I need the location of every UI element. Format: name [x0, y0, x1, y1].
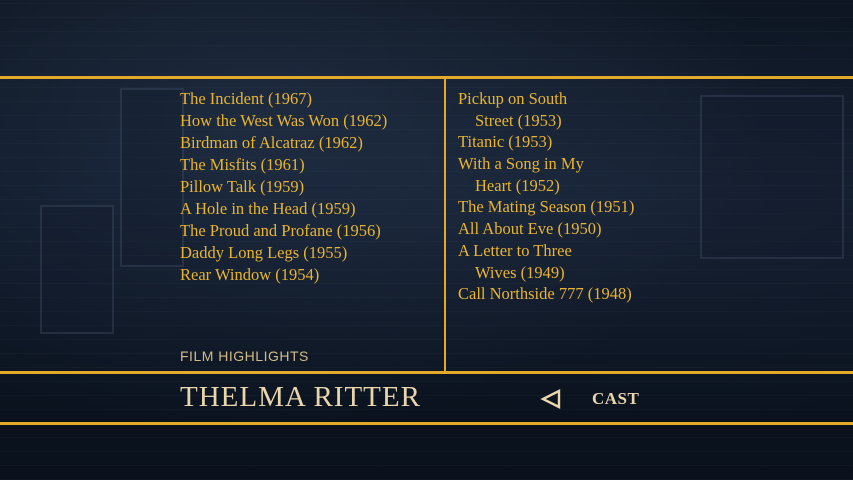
film-item: With a Song in My Heart (1952) — [458, 153, 634, 196]
film-title-line: Street (1953) — [475, 111, 562, 130]
film-item: Titanic (1953) — [458, 131, 634, 153]
film-item: Pillow Talk (1959) — [180, 177, 305, 196]
middle-divider — [0, 371, 853, 374]
film-item: All About Eve (1950) — [458, 218, 634, 240]
film-title-line: Call Northside 777 (1948) — [458, 284, 632, 303]
background-window — [700, 95, 844, 259]
film-item: The Mating Season (1951) — [458, 196, 634, 218]
background-window — [120, 88, 184, 267]
top-divider — [0, 76, 853, 79]
film-item: A Letter to Three Wives (1949) — [458, 240, 634, 283]
film-title-line: Wives (1949) — [475, 263, 565, 282]
film-title-line: The Mating Season (1951) — [458, 197, 635, 216]
film-title-line: With a Song in My — [458, 154, 584, 173]
film-item: The Proud and Profane (1956) — [180, 221, 381, 240]
film-item: The Incident (1967) — [180, 89, 312, 108]
film-item: A Hole in the Head (1959) — [180, 199, 356, 218]
bottom-divider — [0, 422, 853, 425]
film-title-line: A Letter to Three — [458, 241, 572, 260]
actor-name-title: THELMA RITTER — [180, 381, 421, 413]
film-item: How the West Was Won (1962) — [180, 111, 388, 130]
film-item: The Misfits (1961) — [180, 155, 305, 174]
column-divider — [444, 78, 446, 373]
film-title-line: Heart (1952) — [475, 176, 560, 195]
film-item: Daddy Long Legs (1955) — [180, 243, 348, 262]
triangle-left-icon — [540, 388, 562, 410]
film-title-line: Pickup on South — [458, 89, 568, 108]
film-item: Pickup on South Street (1953) — [458, 88, 634, 131]
film-title-line: All About Eve (1950) — [458, 219, 602, 238]
section-label: FILM HIGHLIGHTS — [180, 348, 309, 364]
back-to-cast-button[interactable]: CAST — [540, 386, 639, 412]
film-list-right: Pickup on South Street (1953) Titanic (1… — [458, 88, 634, 305]
film-title-line: Titanic (1953) — [458, 132, 553, 151]
cast-label: CAST — [592, 389, 640, 408]
film-list-left: The Incident (1967) How the West Was Won… — [180, 88, 387, 286]
film-item: Birdman of Alcatraz (1962) — [180, 133, 363, 152]
background-window — [40, 205, 114, 334]
film-item: Call Northside 777 (1948) — [458, 283, 634, 305]
film-item: Rear Window (1954) — [180, 265, 320, 284]
